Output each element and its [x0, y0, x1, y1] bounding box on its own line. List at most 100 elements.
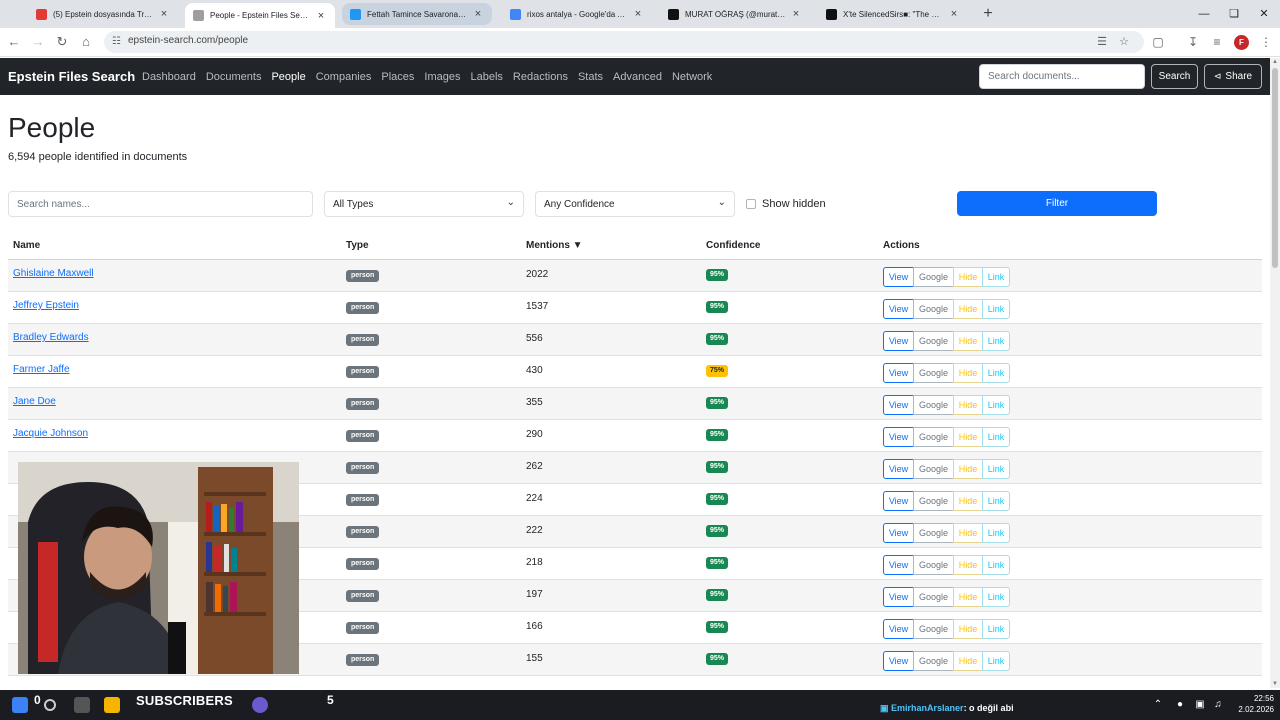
menu-icon[interactable]: ⋮ — [1258, 34, 1274, 50]
site-info-icon[interactable]: ☷ — [112, 36, 124, 48]
google-button[interactable]: Google — [913, 427, 954, 447]
col-type-header[interactable]: Type — [346, 240, 369, 251]
network-icon[interactable]: ▣ — [1194, 699, 1206, 711]
person-name-link[interactable]: Jeffrey Epstein — [13, 300, 79, 311]
hide-button[interactable]: Hide — [953, 267, 983, 287]
nav-link-redactions[interactable]: Redactions — [513, 71, 568, 83]
reload-icon[interactable]: ↻ — [54, 34, 70, 50]
nav-link-documents[interactable]: Documents — [206, 71, 262, 83]
name-search-input[interactable]: Search names... — [8, 191, 313, 217]
close-tab-icon[interactable]: × — [158, 8, 170, 20]
profile-avatar[interactable]: F — [1234, 35, 1249, 50]
view-button[interactable]: View — [883, 331, 914, 351]
scrollbar-thumb[interactable] — [1272, 68, 1278, 268]
forward-icon[interactable]: → — [30, 34, 46, 50]
hide-button[interactable]: Hide — [953, 491, 983, 511]
google-button[interactable]: Google — [913, 491, 954, 511]
hide-button[interactable]: Hide — [953, 363, 983, 383]
nav-link-advanced[interactable]: Advanced — [613, 71, 662, 83]
view-button[interactable]: View — [883, 491, 914, 511]
close-window-button[interactable]: ✕ — [1256, 6, 1272, 22]
page-scrollbar[interactable]: ▲ ▼ — [1270, 58, 1280, 688]
nav-link-network[interactable]: Network — [672, 71, 712, 83]
person-name-link[interactable]: Farmer Jaffe — [13, 364, 70, 375]
nav-link-people[interactable]: People — [271, 71, 305, 83]
back-icon[interactable]: ← — [6, 34, 22, 50]
person-name-link[interactable]: Ghislaine Maxwell — [13, 268, 94, 279]
link-button[interactable]: Link — [982, 587, 1010, 607]
view-button[interactable]: View — [883, 267, 914, 287]
translate-icon[interactable]: ☰ — [1094, 34, 1110, 50]
file-explorer-icon[interactable] — [104, 697, 120, 713]
link-button[interactable]: Link — [982, 331, 1010, 351]
link-button[interactable]: Link — [982, 427, 1010, 447]
media-icon[interactable]: ≡ — [1209, 34, 1225, 50]
windows-start-icon[interactable] — [12, 697, 28, 713]
home-icon[interactable]: ⌂ — [78, 34, 94, 50]
downloads-icon[interactable]: ↧ — [1185, 34, 1201, 50]
hide-button[interactable]: Hide — [953, 619, 983, 639]
search-icon[interactable] — [44, 699, 56, 711]
minimize-button[interactable]: — — [1196, 6, 1212, 22]
view-button[interactable]: View — [883, 299, 914, 319]
scroll-down-icon[interactable]: ▼ — [1271, 681, 1279, 687]
filter-button[interactable]: Filter — [957, 191, 1157, 216]
google-button[interactable]: Google — [913, 619, 954, 639]
view-button[interactable]: View — [883, 395, 914, 415]
person-name-link[interactable]: Jacquie Johnson — [13, 428, 88, 439]
nav-link-companies[interactable]: Companies — [316, 71, 372, 83]
site-brand[interactable]: Epstein Files Search — [8, 69, 135, 84]
link-button[interactable]: Link — [982, 555, 1010, 575]
confidence-select[interactable]: Any Confidence ⌄ — [535, 191, 735, 217]
hide-button[interactable]: Hide — [953, 459, 983, 479]
volume-icon[interactable]: ♫ — [1212, 699, 1224, 711]
hide-button[interactable]: Hide — [953, 651, 983, 671]
document-search-input[interactable]: Search documents... — [979, 64, 1145, 89]
col-mentions-header[interactable]: Mentions ▼ — [526, 240, 583, 251]
maximize-button[interactable]: ❏ — [1226, 6, 1242, 22]
hide-button[interactable]: Hide — [953, 331, 983, 351]
link-button[interactable]: Link — [982, 299, 1010, 319]
hide-button[interactable]: Hide — [953, 587, 983, 607]
google-button[interactable]: Google — [913, 267, 954, 287]
link-button[interactable]: Link — [982, 395, 1010, 415]
view-button[interactable]: View — [883, 587, 914, 607]
link-button[interactable]: Link — [982, 267, 1010, 287]
google-button[interactable]: Google — [913, 331, 954, 351]
hide-button[interactable]: Hide — [953, 555, 983, 575]
show-hidden-checkbox[interactable] — [746, 199, 756, 209]
google-button[interactable]: Google — [913, 587, 954, 607]
search-button[interactable]: Search — [1151, 64, 1198, 89]
type-select[interactable]: All Types ⌄ — [324, 191, 524, 217]
nav-link-dashboard[interactable]: Dashboard — [142, 71, 196, 83]
close-tab-icon[interactable]: × — [632, 8, 644, 20]
browser-tab[interactable]: People - Epstein Files Search En × — [185, 3, 335, 28]
col-name-header[interactable]: Name — [13, 240, 40, 251]
bookmark-star-icon[interactable]: ☆ — [1116, 34, 1132, 50]
browser-tab[interactable]: Fettah Tamince Savarona dosya × — [342, 3, 492, 25]
new-tab-button[interactable]: + — [979, 5, 997, 23]
extensions-icon[interactable]: ▢ — [1150, 34, 1166, 50]
scroll-up-icon[interactable]: ▲ — [1271, 59, 1279, 65]
hide-button[interactable]: Hide — [953, 395, 983, 415]
google-button[interactable]: Google — [913, 523, 954, 543]
nav-link-labels[interactable]: Labels — [470, 71, 502, 83]
close-tab-icon[interactable]: × — [472, 8, 484, 20]
google-button[interactable]: Google — [913, 299, 954, 319]
google-button[interactable]: Google — [913, 459, 954, 479]
hide-button[interactable]: Hide — [953, 427, 983, 447]
view-button[interactable]: View — [883, 555, 914, 575]
google-button[interactable]: Google — [913, 555, 954, 575]
link-button[interactable]: Link — [982, 459, 1010, 479]
google-button[interactable]: Google — [913, 651, 954, 671]
google-button[interactable]: Google — [913, 395, 954, 415]
view-button[interactable]: View — [883, 363, 914, 383]
nav-link-places[interactable]: Places — [381, 71, 414, 83]
link-button[interactable]: Link — [982, 523, 1010, 543]
share-button[interactable]: ⊲ Share — [1204, 64, 1262, 89]
close-tab-icon[interactable]: × — [315, 10, 327, 22]
show-hidden-label[interactable]: Show hidden — [762, 198, 826, 210]
link-button[interactable]: Link — [982, 651, 1010, 671]
browser-tab[interactable]: X'te SilencedSirs■: "The Epstein × — [818, 3, 968, 25]
app-icon[interactable] — [252, 697, 268, 713]
